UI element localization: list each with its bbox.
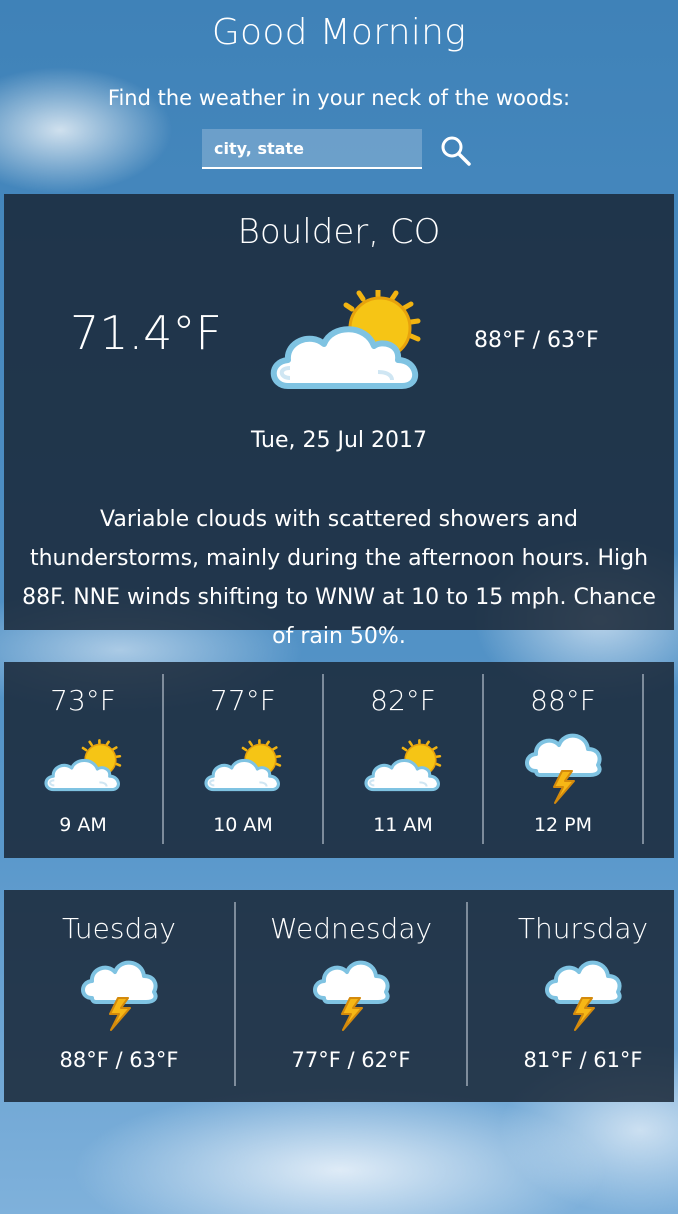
- hourly-temperature: 73°F: [50, 684, 116, 717]
- hourly-item: 73°F 9 AM: [4, 674, 164, 844]
- partly-cloudy-icon: [202, 734, 284, 800]
- hourly-temperature: 82°F: [370, 684, 436, 717]
- hourly-item: 82°F 11 AM: [324, 674, 484, 844]
- hourly-item: 77°F 10 AM: [164, 674, 324, 844]
- current-temperature: 71.4°F: [70, 306, 222, 360]
- hourly-time: 12 PM: [533, 814, 593, 836]
- day-name: Tuesday: [62, 912, 176, 945]
- partly-cloudy-icon: [266, 290, 426, 394]
- thunderstorm-icon: [310, 958, 392, 1032]
- daily-item: Thursday 81°F / 61°F: [468, 902, 678, 1086]
- hourly-time: 10 AM: [213, 814, 273, 836]
- search-icon: [441, 136, 471, 166]
- hourly-temperature: 77°F: [210, 684, 276, 717]
- current-date: Tue, 25 Jul 2017: [250, 428, 428, 453]
- day-name: Wednesday: [269, 912, 433, 945]
- hourly-time: 11 AM: [373, 814, 433, 836]
- hourly-item: 88°F 12 PM: [484, 674, 644, 844]
- current-high-low: 88°F / 63°F: [474, 328, 599, 353]
- hourly-time: 9 AM: [59, 814, 107, 836]
- city-search-input[interactable]: [202, 129, 422, 169]
- thunderstorm-icon: [78, 958, 160, 1032]
- daily-forecast-panel: Tuesday 88°F / 63°F Wednesday 77°F / 62°…: [4, 890, 674, 1102]
- search-tagline: Find the weather in your neck of the woo…: [107, 86, 571, 110]
- day-name: Thursday: [517, 912, 649, 945]
- daily-item: Wednesday 77°F / 62°F: [236, 902, 468, 1086]
- partly-cloudy-icon: [42, 734, 124, 800]
- forecast-description: Variable clouds with scattered showers a…: [22, 507, 656, 649]
- daily-item: Tuesday 88°F / 63°F: [4, 902, 236, 1086]
- greeting-heading: Good Morning: [211, 12, 467, 53]
- hourly-temperature: 88°F: [530, 684, 596, 717]
- search-button[interactable]: [438, 134, 474, 168]
- city-name: Boulder, CO: [237, 212, 441, 252]
- day-high-low: 88°F / 63°F: [59, 1048, 179, 1072]
- day-high-low: 77°F / 62°F: [291, 1048, 411, 1072]
- hourly-forecast-panel: 73°F 9 AM 77°F 10 AM 82°F 11 AM 88°F 12 …: [4, 662, 674, 858]
- thunderstorm-icon: [542, 958, 624, 1032]
- day-high-low: 81°F / 61°F: [523, 1048, 643, 1072]
- current-weather-panel: Boulder, CO 71.4°F 88°F / 63°F Tue, 25 J…: [4, 194, 674, 649]
- partly-cloudy-icon: [362, 734, 444, 800]
- thunderstorm-icon: [522, 730, 604, 806]
